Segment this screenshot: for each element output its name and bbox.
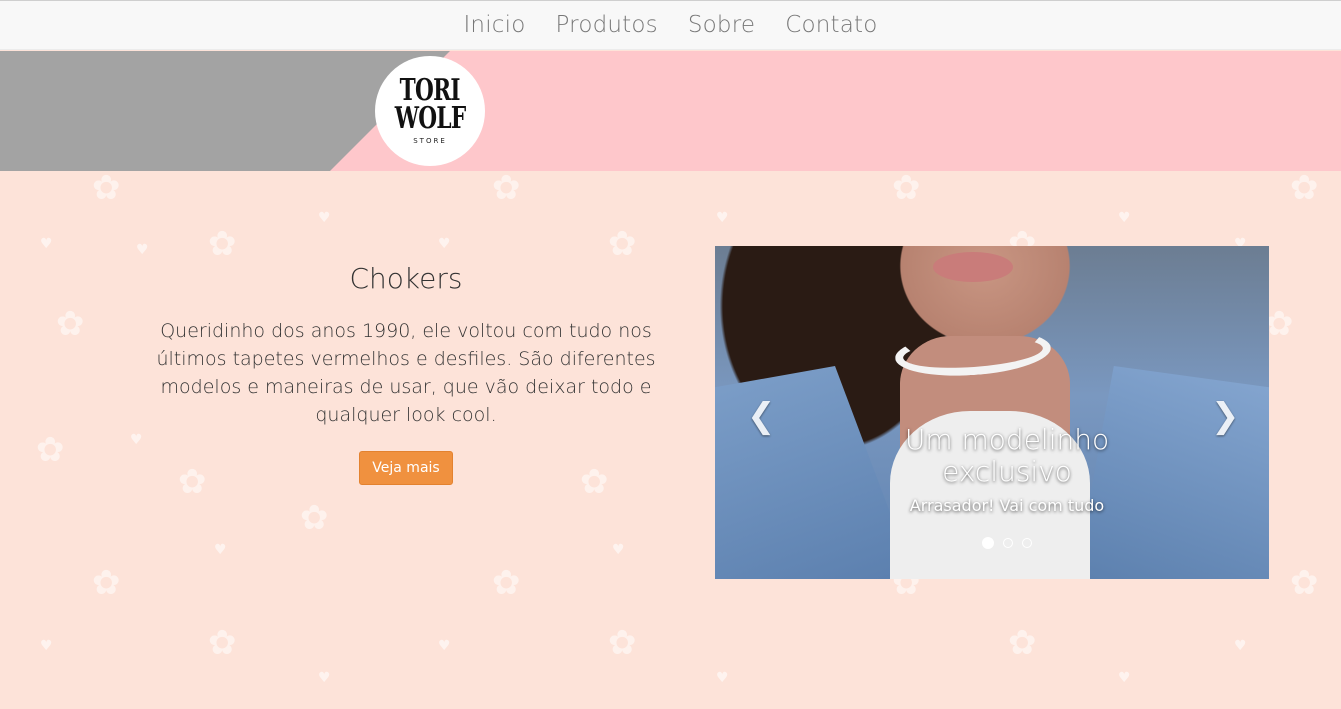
heart-icon: ♥: [318, 670, 331, 686]
heart-icon: ♥: [40, 638, 53, 654]
nav-link-sobre[interactable]: Sobre: [688, 12, 755, 38]
feature-title: Chokers: [349, 262, 463, 295]
heart-icon: ♥: [136, 242, 149, 258]
flower-icon: ✿: [1265, 304, 1294, 344]
heart-icon: ♥: [438, 236, 451, 252]
logo-subtitle: STORE: [413, 137, 447, 145]
carousel-indicators: [715, 532, 1269, 551]
nav-link-contato[interactable]: Contato: [785, 12, 877, 38]
heart-icon: ♥: [40, 236, 53, 252]
flower-icon: ✿: [892, 171, 921, 208]
heart-icon: ♥: [716, 670, 729, 686]
store-logo[interactable]: TORI WOLF STORE: [375, 56, 485, 166]
heart-icon: ♥: [1118, 210, 1131, 226]
top-navbar: Inicio Produtos Sobre Contato: [0, 0, 1341, 50]
carousel-caption: Um modelinho exclusivo Arrasador! Vai co…: [715, 423, 1269, 516]
carousel-indicator-3[interactable]: [1022, 537, 1033, 548]
flower-icon: ✿: [300, 498, 329, 538]
nav-link-produtos[interactable]: Produtos: [556, 12, 658, 38]
heart-icon: ♥: [1118, 670, 1131, 686]
feature-description: Queridinho dos anos 1990, ele voltou com…: [156, 320, 656, 426]
header-banner: [0, 51, 1341, 171]
banner-grey-shape: [0, 51, 450, 171]
flower-icon: ✿: [92, 563, 121, 603]
flower-icon: ✿: [36, 430, 65, 470]
carousel-caption-subtitle: Arrasador! Vai com tudo: [909, 496, 1105, 515]
flower-icon: ✿: [608, 623, 637, 663]
heart-icon: ♥: [612, 542, 625, 558]
product-carousel[interactable]: ❮ ❯ Um modelinho exclusivo Arrasador! Va…: [715, 246, 1269, 579]
flower-icon: ✿: [92, 171, 121, 208]
flower-icon: ✿: [492, 171, 521, 208]
heart-icon: ♥: [438, 638, 451, 654]
flower-icon: ✿: [208, 224, 237, 264]
flower-icon: ✿: [492, 563, 521, 603]
carousel-caption-title: Um modelinho exclusivo: [904, 423, 1110, 488]
heart-icon: ♥: [214, 542, 227, 558]
heart-icon: ♥: [318, 210, 331, 226]
carousel-indicator-1[interactable]: [981, 536, 994, 549]
flower-icon: ✿: [1008, 623, 1037, 663]
logo-line-wolf: WOLF: [394, 101, 466, 136]
feature-chokers: Chokers Queridinho dos anos 1990, ele vo…: [150, 262, 662, 485]
heart-icon: ♥: [1234, 638, 1247, 654]
carousel-indicator-2[interactable]: [1003, 537, 1013, 548]
photo-lips: [933, 252, 1013, 282]
carousel-photo: [715, 246, 1269, 579]
flower-icon: ✿: [1290, 563, 1319, 603]
heart-icon: ♥: [130, 432, 143, 448]
see-more-button[interactable]: Veja mais: [359, 451, 453, 485]
nav-link-inicio[interactable]: Inicio: [463, 12, 525, 38]
heart-icon: ♥: [716, 210, 729, 226]
flower-icon: ✿: [608, 224, 637, 264]
flower-icon: ✿: [1290, 171, 1319, 208]
flower-icon: ✿: [56, 304, 85, 344]
flower-icon: ✿: [208, 623, 237, 663]
